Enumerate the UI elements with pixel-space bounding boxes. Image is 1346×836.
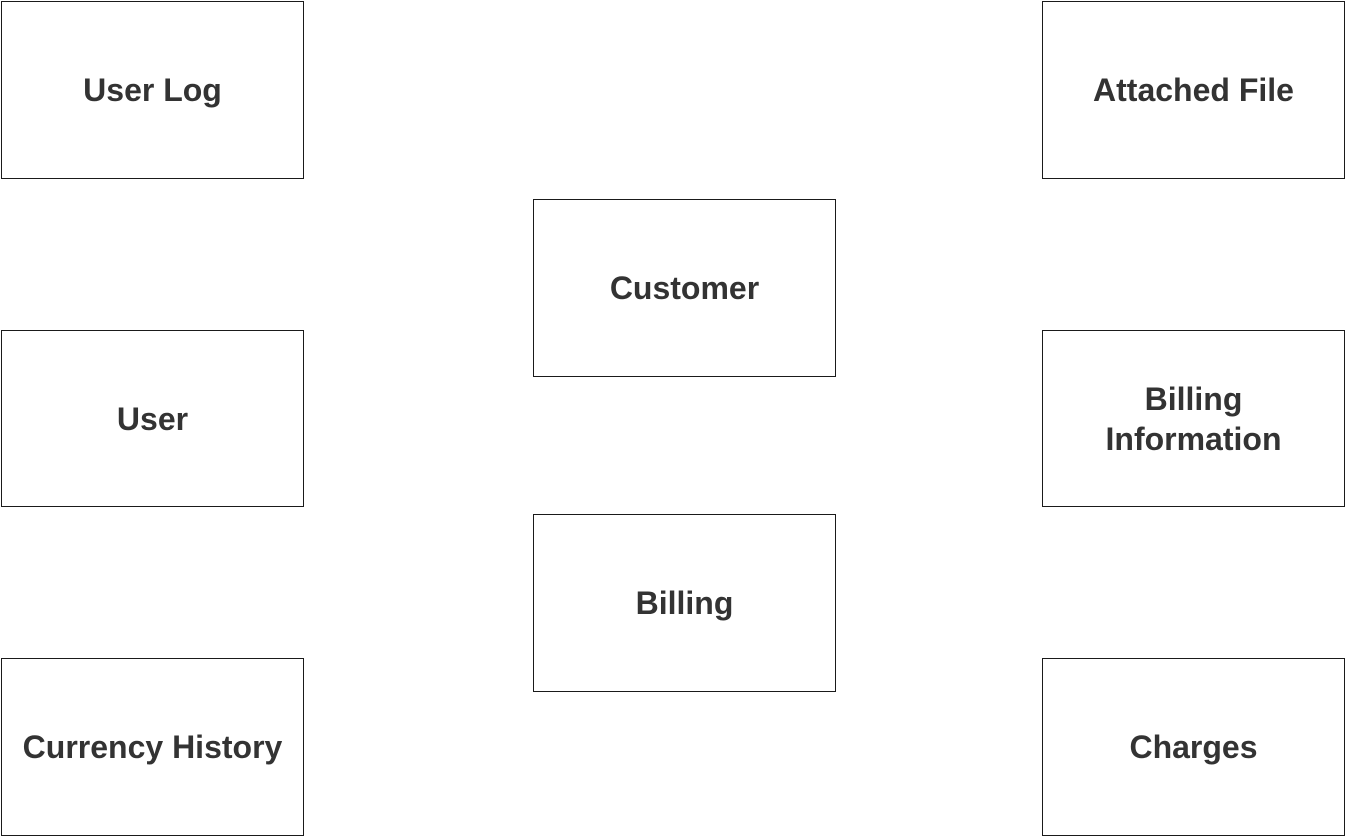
entity-user[interactable]: User <box>1 330 304 507</box>
entity-user-log[interactable]: User Log <box>1 1 304 179</box>
entity-attached-file[interactable]: Attached File <box>1042 1 1345 179</box>
entity-label: User Log <box>83 72 222 108</box>
entity-billing-information[interactable]: Billing Information <box>1042 330 1345 507</box>
entity-label: Attached File <box>1093 72 1294 108</box>
entity-label: Billing <box>635 585 734 621</box>
entity-label: Charges <box>1129 729 1258 765</box>
entity-label: Customer <box>609 270 760 306</box>
entity-currency-history[interactable]: Currency History <box>1 658 304 836</box>
entity-charges[interactable]: Charges <box>1042 658 1345 836</box>
entity-label: Currency History <box>22 729 283 765</box>
entity-customer[interactable]: Customer <box>533 199 836 377</box>
entity-billing[interactable]: Billing <box>533 514 836 692</box>
entity-label: Billing Information <box>1105 380 1282 457</box>
entity-label: User <box>116 400 189 437</box>
